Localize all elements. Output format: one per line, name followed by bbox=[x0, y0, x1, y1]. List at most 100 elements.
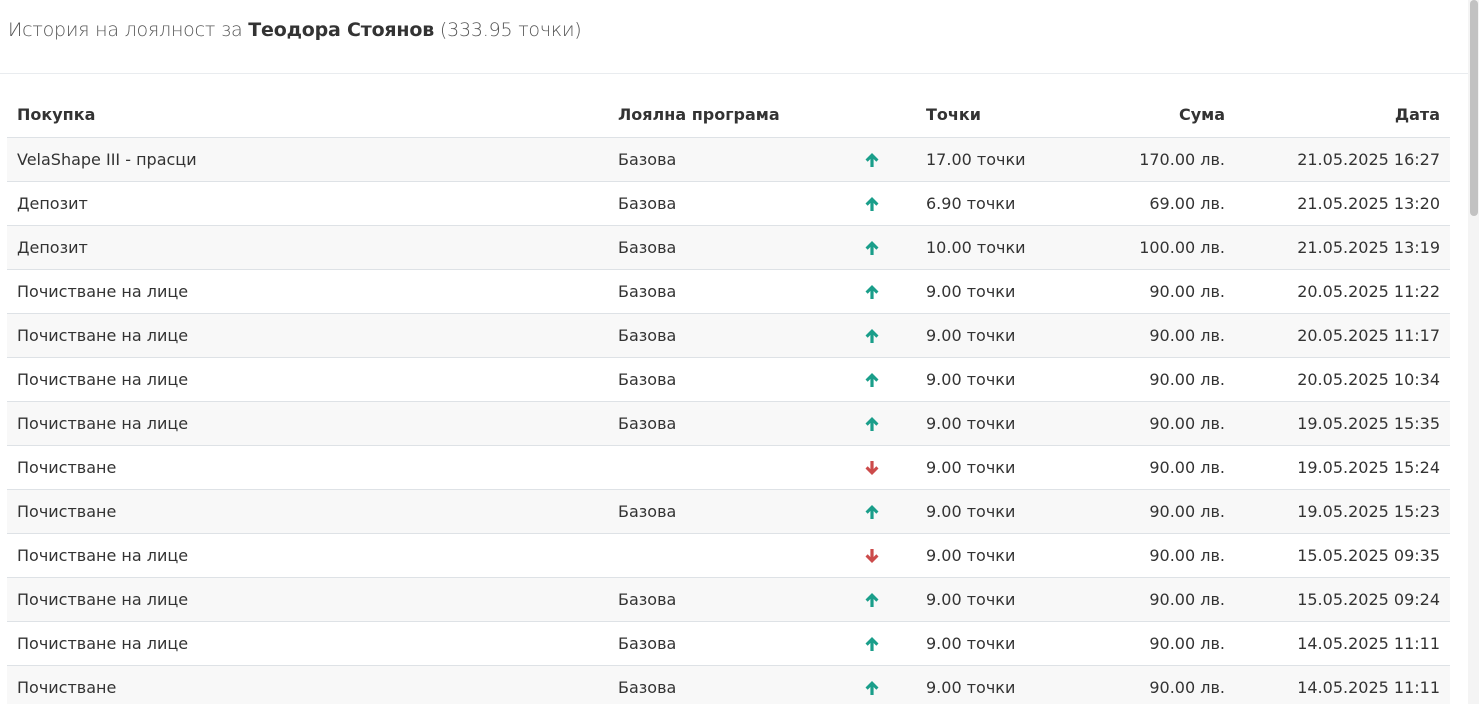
cell-date: 19.05.2025 15:24 bbox=[1235, 445, 1450, 490]
cell-direction bbox=[828, 137, 916, 182]
cell-date: 19.05.2025 15:23 bbox=[1235, 489, 1450, 534]
arrow-up-icon bbox=[865, 637, 879, 651]
cell-program: Базова bbox=[608, 225, 828, 270]
cell-direction bbox=[828, 313, 916, 358]
modal-header: История на лоялност за Теодора Стоянов (… bbox=[0, 0, 1468, 74]
column-header-points: Точки bbox=[916, 93, 1051, 138]
cell-date: 21.05.2025 13:20 bbox=[1235, 181, 1450, 226]
table-body: VelaShape III - прасци Базова 17.00 точки 1… bbox=[7, 137, 1450, 704]
cell-direction bbox=[828, 489, 916, 534]
table-row: Почистване на лице Базова 9.00 точки 90.00 … bbox=[7, 577, 1450, 622]
arrow-up-icon bbox=[865, 329, 879, 343]
cell-purchase: Почистване на лице bbox=[7, 533, 608, 578]
cell-date: 15.05.2025 09:35 bbox=[1235, 533, 1450, 578]
table-row: Почистване на лице 9.00 точки 90.00 лв. 15.… bbox=[7, 533, 1450, 578]
column-header-direction bbox=[828, 93, 916, 138]
cell-points: 10.00 точки bbox=[916, 225, 1051, 270]
cell-amount: 90.00 лв. bbox=[1051, 489, 1235, 534]
cell-amount: 69.00 лв. bbox=[1051, 181, 1235, 226]
cell-date: 21.05.2025 16:27 bbox=[1235, 137, 1450, 182]
cell-points: 9.00 точки bbox=[916, 577, 1051, 622]
arrow-up-icon bbox=[865, 153, 879, 167]
cell-date: 14.05.2025 11:11 bbox=[1235, 621, 1450, 666]
table-row: Почистване Базова 9.00 точки 90.00 лв. 14.05… bbox=[7, 665, 1450, 704]
arrow-down-icon bbox=[865, 549, 879, 563]
loyalty-history-table: Покупка Лоялна програма Точки Сума Дата … bbox=[7, 93, 1450, 704]
table-row: Депозит Базова 6.90 точки 69.00 лв. 21.05.20… bbox=[7, 181, 1450, 226]
cell-program: Базова bbox=[608, 357, 828, 402]
cell-purchase: Почистване на лице bbox=[7, 269, 608, 314]
column-header-purchase: Покупка bbox=[7, 93, 608, 138]
cell-direction bbox=[828, 445, 916, 490]
cell-purchase: Почистване на лице bbox=[7, 401, 608, 446]
cell-points: 9.00 точки bbox=[916, 313, 1051, 358]
table-row: Депозит Базова 10.00 точки 100.00 лв. 21.05.… bbox=[7, 225, 1450, 270]
cell-points: 9.00 точки bbox=[916, 533, 1051, 578]
cell-program: Базова bbox=[608, 577, 828, 622]
modal-title: История на лоялност за Теодора Стоянов (… bbox=[8, 19, 582, 41]
cell-amount: 90.00 лв. bbox=[1051, 621, 1235, 666]
cell-program bbox=[608, 533, 828, 578]
cell-points: 9.00 точки bbox=[916, 401, 1051, 446]
arrow-up-icon bbox=[865, 681, 879, 695]
cell-direction bbox=[828, 665, 916, 704]
cell-amount: 90.00 лв. bbox=[1051, 445, 1235, 490]
scrollbar[interactable] bbox=[1468, 0, 1479, 704]
cell-purchase: Депозит bbox=[7, 225, 608, 270]
points-total: (333.95 точки) bbox=[439, 19, 582, 41]
table-row: Почистване на лице Базова 9.00 точки 90.00 … bbox=[7, 269, 1450, 314]
cell-direction bbox=[828, 225, 916, 270]
table-row: Почистване Базова 9.00 точки 90.00 лв. 19.05… bbox=[7, 489, 1450, 534]
table-header-row: Покупка Лоялна програма Точки Сума Дата bbox=[7, 93, 1450, 138]
column-header-amount: Сума bbox=[1051, 93, 1235, 138]
cell-date: 14.05.2025 11:11 bbox=[1235, 665, 1450, 704]
cell-program: Базова bbox=[608, 181, 828, 226]
cell-direction bbox=[828, 401, 916, 446]
arrow-up-icon bbox=[865, 197, 879, 211]
cell-direction bbox=[828, 621, 916, 666]
cell-direction bbox=[828, 533, 916, 578]
cell-date: 15.05.2025 09:24 bbox=[1235, 577, 1450, 622]
cell-date: 19.05.2025 15:35 bbox=[1235, 401, 1450, 446]
cell-program: Базова bbox=[608, 665, 828, 704]
cell-date: 21.05.2025 13:19 bbox=[1235, 225, 1450, 270]
cell-program bbox=[608, 445, 828, 490]
cell-program: Базова bbox=[608, 313, 828, 358]
cell-amount: 90.00 лв. bbox=[1051, 533, 1235, 578]
cell-purchase: Почистване на лице bbox=[7, 577, 608, 622]
cell-purchase: Почистване bbox=[7, 445, 608, 490]
table-row: Почистване на лице Базова 9.00 точки 90.00 … bbox=[7, 401, 1450, 446]
arrow-down-icon bbox=[865, 461, 879, 475]
arrow-up-icon bbox=[865, 373, 879, 387]
cell-date: 20.05.2025 10:34 bbox=[1235, 357, 1450, 402]
arrow-up-icon bbox=[865, 417, 879, 431]
cell-purchase: Почистване на лице bbox=[7, 621, 608, 666]
cell-program: Базова bbox=[608, 137, 828, 182]
cell-purchase: Почистване на лице bbox=[7, 313, 608, 358]
cell-direction bbox=[828, 269, 916, 314]
cell-amount: 90.00 лв. bbox=[1051, 269, 1235, 314]
cell-date: 20.05.2025 11:22 bbox=[1235, 269, 1450, 314]
cell-points: 17.00 точки bbox=[916, 137, 1051, 182]
cell-points: 9.00 точки bbox=[916, 357, 1051, 402]
arrow-up-icon bbox=[865, 241, 879, 255]
cell-program: Базова bbox=[608, 621, 828, 666]
cell-amount: 90.00 лв. bbox=[1051, 357, 1235, 402]
cell-purchase: Депозит bbox=[7, 181, 608, 226]
cell-program: Базова bbox=[608, 489, 828, 534]
scroll-thumb[interactable] bbox=[1470, 0, 1478, 216]
cell-points: 9.00 точки bbox=[916, 445, 1051, 490]
cell-points: 9.00 точки bbox=[916, 269, 1051, 314]
cell-points: 9.00 точки bbox=[916, 665, 1051, 704]
arrow-up-icon bbox=[865, 505, 879, 519]
cell-direction bbox=[828, 577, 916, 622]
table-row: Почистване на лице Базова 9.00 точки 90.00 … bbox=[7, 621, 1450, 666]
customer-name: Теодора Стоянов bbox=[248, 19, 435, 41]
cell-points: 9.00 точки bbox=[916, 489, 1051, 534]
column-header-date: Дата bbox=[1235, 93, 1450, 138]
cell-points: 9.00 точки bbox=[916, 621, 1051, 666]
cell-amount: 90.00 лв. bbox=[1051, 313, 1235, 358]
loyalty-history-modal: История на лоялност за Теодора Стоянов (… bbox=[0, 0, 1479, 704]
cell-purchase: VelaShape III - прасци bbox=[7, 137, 608, 182]
arrow-up-icon bbox=[865, 593, 879, 607]
